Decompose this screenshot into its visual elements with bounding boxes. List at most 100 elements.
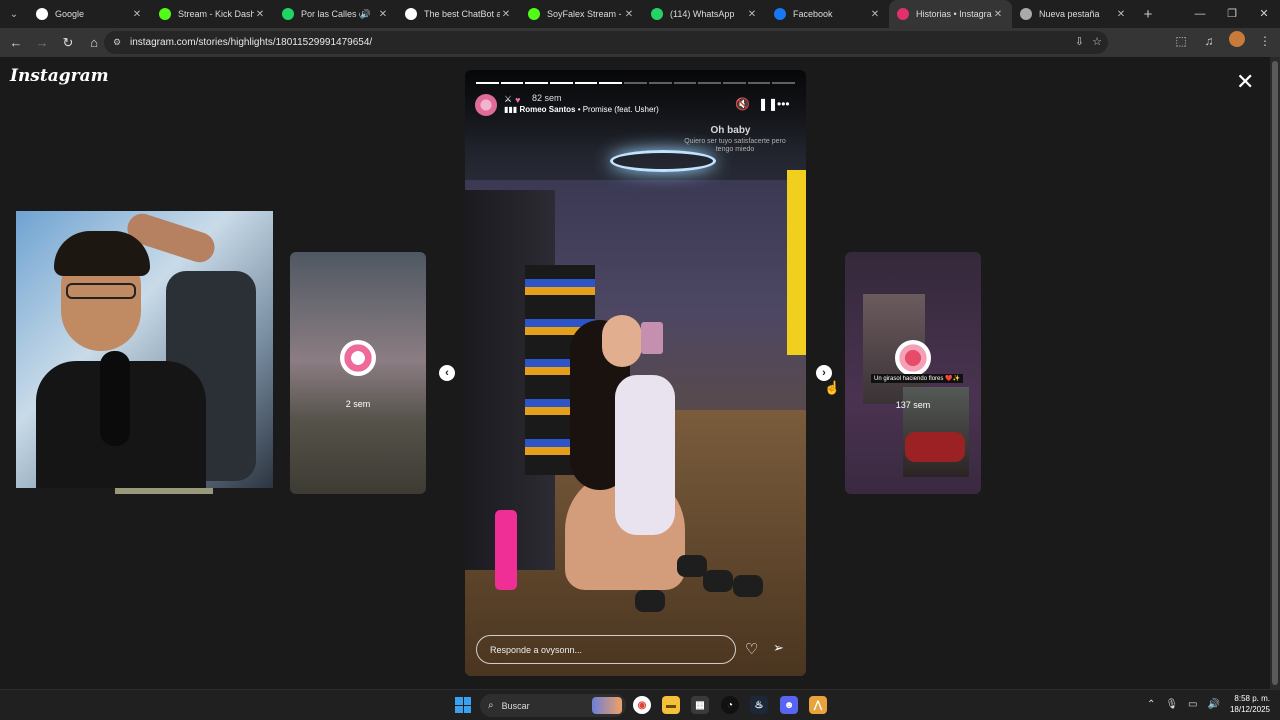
story-user-avatar[interactable] (475, 94, 497, 116)
new-tab-button[interactable]: + (1135, 6, 1161, 23)
minimize-icon[interactable]: — (1184, 0, 1216, 28)
more-options-icon[interactable]: ••• (777, 97, 790, 111)
close-window-icon[interactable]: ✕ (1248, 0, 1280, 28)
file-explorer-icon[interactable]: ▬ (662, 696, 680, 714)
volume-icon[interactable]: 🔊 (1208, 699, 1220, 710)
previous-story-preview[interactable]: 2 sem (290, 252, 426, 494)
browser-toolbar: ← → ↻ ⌂ ⚙ instagram.com/stories/highligh… (0, 28, 1280, 57)
tab-kick[interactable]: SoyFalex Stream - W✕ (520, 0, 643, 28)
story-music[interactable]: ▮▮▮ Romeo Santos • Promise (feat. Usher) (504, 105, 659, 114)
tab-instagram[interactable]: Historias • Instagram ✕ (889, 0, 1012, 28)
reply-input[interactable]: Responde a ovysonn... (476, 635, 736, 664)
tab-whatsapp[interactable]: (114) WhatsApp ✕ (643, 0, 766, 28)
microphone-icon[interactable]: 🎙 (1165, 699, 1178, 710)
back-icon[interactable]: ← (4, 31, 28, 55)
progress-segment (747, 82, 771, 84)
obs-icon[interactable]: ◔ (721, 696, 739, 714)
story-time: 2 sem (345, 399, 371, 409)
clock-time: 8:58 p. m. (1234, 694, 1270, 703)
previous-story-arrow-icon[interactable]: ‹ (439, 365, 455, 381)
restore-icon[interactable]: ❐ (1216, 0, 1248, 28)
story-avatar (340, 340, 376, 376)
progress-segment (698, 82, 721, 84)
story-time: 82 sem (532, 93, 562, 103)
install-app-icon[interactable]: ⇩ (1075, 35, 1084, 48)
home-icon[interactable]: ⌂ (82, 31, 106, 55)
tab-search-chevron-icon[interactable]: ⌄ (0, 0, 28, 28)
progress-segment (550, 82, 573, 84)
tab-close-icon[interactable]: ✕ (500, 9, 512, 20)
progress-segment (648, 82, 672, 84)
mute-icon[interactable]: 🔇 (735, 97, 750, 111)
discord-icon[interactable]: ☻ (780, 696, 798, 714)
story-badges: ⚔ ♥ (504, 94, 520, 105)
tab-audio-icon[interactable]: 🔊 (360, 9, 371, 20)
tab-close-icon[interactable]: ✕ (746, 9, 758, 20)
display-icon[interactable]: ▭ (1188, 699, 1197, 710)
tab-close-icon[interactable]: ✕ (377, 9, 389, 20)
browser-tab-strip: ⌄ Google✕Stream - Kick Dashbo✕Por las Ca… (0, 0, 1280, 28)
pause-icon[interactable]: ❚❚ (758, 97, 778, 111)
window-controls: — ❐ ✕ (1184, 0, 1280, 28)
tab-chrome[interactable]: Nueva pestaña ✕ (1012, 0, 1135, 28)
microsoft-store-icon[interactable]: ▦ (691, 696, 709, 714)
clock-date: 18/12/2025 (1229, 705, 1270, 714)
tab-facebook[interactable]: Facebook ✕ (766, 0, 889, 28)
chevron-up-icon[interactable]: ⌃ (1147, 699, 1155, 710)
main-story[interactable]: ⚔ ♥ 82 sem ▮▮▮ Romeo Santos • Promise (f… (465, 70, 806, 676)
taskbar-clock[interactable]: 8:58 p. m. 18/12/2025 (1230, 693, 1270, 715)
close-stories-icon[interactable]: ✕ (1236, 71, 1254, 93)
story-caption: Un girasol haciendo flores ❤️✨ (871, 374, 963, 383)
media-control-icon[interactable]: ♫ (1200, 34, 1218, 48)
chrome-icon (1020, 8, 1032, 20)
facebook-icon (774, 8, 786, 20)
steam-icon[interactable]: ♨ (750, 696, 768, 714)
lyric-line-1: Oh baby (710, 125, 751, 136)
send-icon[interactable]: ➢ (773, 640, 784, 656)
next-story-arrow-icon[interactable]: › (816, 365, 832, 381)
url-text[interactable]: instagram.com/stories/highlights/1801152… (130, 37, 372, 48)
tab-kick[interactable]: Stream - Kick Dashbo✕ (151, 0, 274, 28)
address-bar[interactable]: ⚙ instagram.com/stories/highlights/18011… (104, 31, 1108, 54)
next-story-preview[interactable]: Un girasol haciendo flores ❤️✨ 137 sem (845, 252, 981, 494)
spotify-icon (282, 8, 294, 20)
mouse-pointer-icon: ☝ (824, 380, 841, 395)
bookmark-star-icon[interactable]: ☆ (1092, 35, 1102, 48)
tab-title: The best ChatBot and (424, 9, 500, 19)
search-highlight-image (592, 697, 622, 714)
profile-avatar[interactable] (1228, 31, 1246, 50)
crossed-swords-icon: ⚔ (504, 94, 513, 104)
windows-start-icon[interactable] (455, 697, 471, 713)
tab-title: Por las Calles del (301, 9, 360, 19)
story-thumbnail-strip (115, 488, 213, 494)
story-avatar (895, 340, 931, 376)
tab-google[interactable]: Google ✕ (28, 0, 151, 28)
scrollbar[interactable] (1270, 57, 1280, 689)
music-bars-icon: ▮▮▮ (504, 105, 518, 114)
google-icon (36, 8, 48, 20)
tab-close-icon[interactable]: ✕ (992, 9, 1004, 20)
taskbar-search[interactable]: ⌕ Buscar (480, 694, 626, 717)
extensions-icon[interactable]: ⬚ (1172, 34, 1190, 48)
reload-icon[interactable]: ↻ (56, 31, 80, 55)
tab-spotify[interactable]: Por las Calles del🔊 ✕ (274, 0, 397, 28)
instagram-logo[interactable]: Instagram (10, 66, 109, 86)
tab-title: SoyFalex Stream - W (547, 9, 623, 19)
app-launcher-icon[interactable]: ⋀ (809, 696, 827, 714)
menu-kebab-icon[interactable]: ⋮ (1256, 34, 1274, 48)
site-info-icon[interactable]: ⚙ (110, 36, 124, 50)
tab-close-icon[interactable]: ✕ (869, 9, 881, 20)
tab-close-icon[interactable]: ✕ (623, 9, 635, 20)
windows-taskbar: ⌕ Buscar ◉ ▬ ▦ ◔ ♨ ☻ ⋀ ⌃ 🎙 ▭ 🔊 8:58 p. m… (0, 689, 1280, 720)
tab-close-icon[interactable]: ✕ (1115, 9, 1127, 20)
tab-close-icon[interactable]: ✕ (131, 9, 143, 20)
story-progress-bar (476, 82, 795, 84)
progress-segment (599, 82, 623, 84)
progress-segment (722, 82, 746, 84)
chrome-icon[interactable]: ◉ (633, 696, 651, 714)
tab-chatbot[interactable]: The best ChatBot and✕ (397, 0, 520, 28)
tab-close-icon[interactable]: ✕ (254, 9, 266, 20)
like-heart-icon[interactable]: ♡ (745, 640, 758, 658)
forward-icon[interactable]: → (30, 31, 54, 55)
progress-segment (624, 82, 647, 84)
